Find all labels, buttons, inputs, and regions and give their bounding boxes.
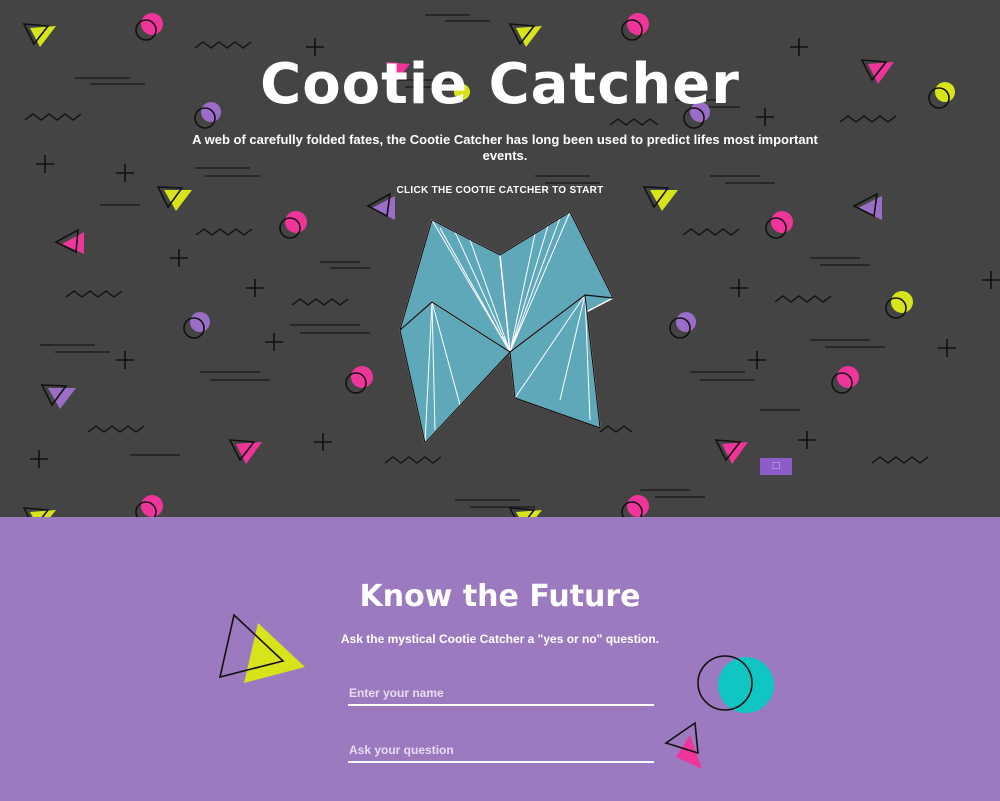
- hero-description: A web of carefully folded fates, the Coo…: [192, 132, 818, 163]
- page-title: Cootie Catcher: [260, 52, 740, 117]
- start-instruction: CLICK THE COOTIE CATCHER TO START: [396, 185, 604, 196]
- name-input[interactable]: [348, 682, 654, 706]
- know-the-future-section: Know the Future Ask the mystical Cootie …: [0, 517, 1000, 801]
- future-title: Know the Future: [359, 579, 641, 614]
- catcher-mini-button[interactable]: □: [760, 458, 792, 475]
- future-subtitle: Ask the mystical Cootie Catcher a "yes o…: [340, 632, 660, 646]
- cootie-catcher-icon[interactable]: [396, 210, 614, 446]
- question-input[interactable]: [348, 739, 654, 763]
- hero-section: Cootie Catcher A web of carefully folded…: [0, 0, 1000, 517]
